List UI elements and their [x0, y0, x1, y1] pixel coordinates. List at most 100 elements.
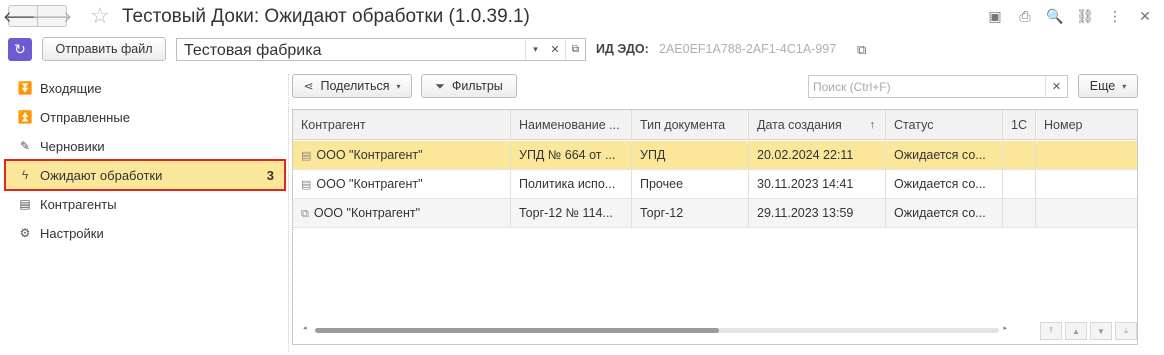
sidebar-item-counterparties[interactable]: ▤ Контрагенты	[6, 190, 284, 218]
sidebar-item-label: Ожидают обработки	[40, 167, 163, 183]
cell-1c	[1003, 199, 1036, 227]
column-header-created-label: Дата создания	[757, 118, 842, 132]
send-file-button[interactable]: Отправить файл	[42, 37, 166, 61]
search-placeholder: Поиск (Ctrl+F)	[813, 80, 891, 94]
forward-button[interactable]: 🡒	[32, 5, 72, 27]
count-badge: 3	[266, 167, 274, 183]
lightning-icon: ϟ	[21, 168, 29, 182]
table-row[interactable]: ▤ ООО "Контрагент" Политика испо... Проче…	[293, 170, 1137, 199]
documents-table: Контрагент Наименование ... Тип документ…	[292, 109, 1138, 345]
search-icon[interactable]: 🔍	[1046, 8, 1064, 25]
table-header: Контрагент Наименование ... Тип документ…	[293, 110, 1137, 140]
filter-icon: ⏷	[435, 78, 445, 93]
favorite-star-icon[interactable]: ☆	[90, 3, 110, 29]
cell-name: УПД № 664 от ...	[511, 141, 632, 169]
link-icon[interactable]: ⛓	[1076, 8, 1094, 25]
chevron-down-icon: ▾	[396, 81, 401, 91]
clear-icon[interactable]: ✕	[545, 39, 565, 60]
scroll-page-up-button[interactable]: ▲	[1065, 322, 1087, 340]
sidebar-item-label: Отправленные	[40, 109, 130, 125]
cell-counterparty: ООО "Контрагент"	[313, 206, 421, 220]
pencil-icon: ✎	[19, 139, 31, 153]
refresh-button[interactable]: ↻	[8, 38, 32, 61]
column-header-status[interactable]: Статус	[886, 110, 1003, 140]
scroll-right-icon[interactable]: ▸	[1003, 324, 1007, 332]
more-button[interactable]: Еще ▾	[1078, 74, 1138, 98]
cell-status: Ожидается со...	[886, 141, 1003, 169]
top-toolbar: ↻ Отправить файл Тестовая фабрика ▾ ✕ ⧉ …	[0, 37, 1164, 63]
cell-status: Ожидается со...	[886, 199, 1003, 227]
open-icon[interactable]: ⧉	[565, 39, 585, 60]
scrollbar-thumb[interactable]	[315, 328, 719, 333]
sidebar-item-sent[interactable]: ⏫ Отправленные	[6, 103, 284, 131]
save-icon[interactable]: ▣	[986, 8, 1004, 25]
close-icon[interactable]: ✕	[1136, 8, 1154, 25]
cell-name: Политика испо...	[511, 170, 632, 198]
page-up-icon: ▲	[1072, 326, 1080, 336]
more-label: Еще	[1089, 79, 1116, 93]
print-icon[interactable]: ⎙	[1016, 8, 1034, 25]
cell-counterparty: ООО "Контрагент"	[316, 148, 423, 162]
page-down-icon: ▼	[1097, 326, 1105, 336]
document-stack-icon: ⧉	[301, 208, 309, 220]
list-toolbar: ⋖ Поделиться ▾ ⏷ Фильтры Поиск (Ctrl+F) …	[292, 74, 1152, 100]
organization-field[interactable]: Тестовая фабрика ▾ ✕ ⧉	[176, 38, 586, 61]
sidebar-item-drafts[interactable]: ✎ Черновики	[6, 132, 284, 160]
contacts-icon: ▤	[19, 197, 31, 211]
chevron-down-icon[interactable]: ▾	[525, 39, 545, 60]
document-icon: ▤	[301, 150, 312, 162]
scroll-left-icon[interactable]: ◂	[303, 324, 307, 332]
table-row[interactable]: ⧉ ООО "Контрагент" Торг-12 № 114... Торг-…	[293, 199, 1137, 228]
cell-type: Торг-12	[632, 199, 749, 227]
column-header-counterparty[interactable]: Контрагент	[293, 110, 511, 140]
cell-type: УПД	[632, 141, 749, 169]
window-title: Тестовый Доки: Ожидают обработки (1.0.39…	[122, 6, 530, 27]
scroll-to-bottom-button[interactable]: ⤓	[1115, 322, 1137, 340]
column-header-number[interactable]: Номер	[1036, 110, 1137, 140]
search-input[interactable]: Поиск (Ctrl+F) ✕	[808, 75, 1068, 98]
sidebar-item-awaiting-processing[interactable]: ϟ Ожидают обработки 3	[4, 159, 286, 191]
scroll-page-down-button[interactable]: ▼	[1090, 322, 1112, 340]
scroll-to-top-button[interactable]: ⤒	[1040, 322, 1062, 340]
sidebar-item-label: Контрагенты	[40, 196, 117, 212]
filters-label: Фильтры	[451, 79, 503, 93]
sidebar-item-label: Входящие	[40, 80, 102, 96]
cell-number	[1036, 170, 1137, 198]
panel-divider[interactable]	[288, 74, 289, 352]
sidebar-item-settings[interactable]: ⚙ Настройки	[6, 219, 284, 247]
cell-1c	[1003, 141, 1036, 169]
cell-type: Прочее	[632, 170, 749, 198]
horizontal-scrollbar[interactable]: ◂ ▸	[303, 324, 1007, 334]
column-header-created[interactable]: Дата создания ↑	[749, 110, 886, 140]
cell-created: 29.11.2023 13:59	[749, 199, 886, 227]
cell-created: 20.02.2024 22:11	[749, 141, 886, 169]
column-header-type[interactable]: Тип документа	[632, 110, 749, 140]
cell-name: Торг-12 № 114...	[511, 199, 632, 227]
sidebar-item-label: Настройки	[40, 225, 104, 241]
copy-icon[interactable]: ⧉	[857, 42, 866, 58]
scroll-bottom-icon: ⤓	[1124, 326, 1128, 335]
cell-status: Ожидается со...	[886, 170, 1003, 198]
table-row[interactable]: ▤ ООО "Контрагент" УПД № 664 от ... УПД 2…	[293, 141, 1137, 170]
scroll-top-icon: ⤒	[1049, 326, 1053, 335]
column-header-1c[interactable]: 1С	[1003, 110, 1036, 140]
refresh-icon: ↻	[14, 41, 26, 57]
sidebar-item-inbox[interactable]: ⏬ Входящие	[6, 74, 284, 102]
cell-1c	[1003, 170, 1036, 198]
cell-counterparty: ООО "Контрагент"	[316, 177, 423, 191]
outbox-icon: ⏫	[17, 110, 33, 124]
cell-number	[1036, 141, 1137, 169]
inbox-icon: ⏬	[17, 81, 33, 95]
sidebar: ⏬ Входящие ⏫ Отправленные ✎ Черновики ϟ …	[0, 70, 288, 355]
filters-button[interactable]: ⏷ Фильтры	[421, 74, 517, 98]
arrow-right-icon: 🡒	[31, 8, 73, 26]
share-button[interactable]: ⋖ Поделиться ▾	[292, 74, 412, 98]
share-icon: ⋖	[303, 79, 314, 93]
document-icon: ▤	[301, 179, 312, 191]
organization-value: Тестовая фабрика	[184, 42, 322, 59]
edo-id-value: 2AE0EF1A788-2AF1-4C1A-997	[659, 42, 837, 56]
column-header-name[interactable]: Наименование ...	[511, 110, 632, 140]
cell-created: 30.11.2023 14:41	[749, 170, 886, 198]
clear-icon[interactable]: ✕	[1045, 76, 1067, 97]
more-icon[interactable]: ⋮	[1106, 8, 1124, 25]
